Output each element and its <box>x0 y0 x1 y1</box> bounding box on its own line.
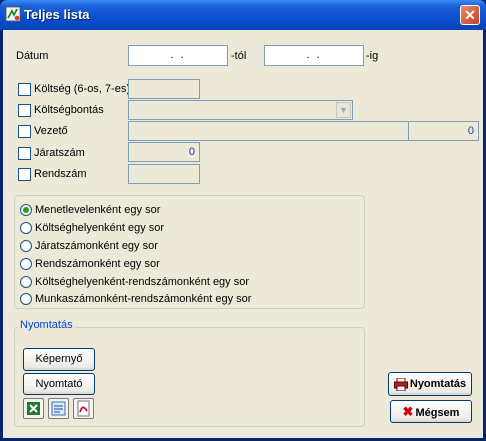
print-group-title: Nyomtatás <box>18 319 75 331</box>
print-button-label: Nyomtatás <box>409 378 467 390</box>
radio-koltseghely-rendszam[interactable] <box>20 276 32 288</box>
koltseg-field[interactable] <box>128 79 200 99</box>
screen-button[interactable]: Képernyő <box>23 348 95 371</box>
radio-label: Járatszámonként egy sor <box>35 240 158 252</box>
dialog-body: Dátum . . -tól . . -ig Költség (6-os, 7-… <box>3 30 483 438</box>
koltsegbontas-checkbox[interactable] <box>18 104 31 117</box>
print-button[interactable]: Nyomtatás <box>388 372 472 396</box>
grouping-group: Menetlevelenként egy sor Költséghelyenké… <box>14 195 365 309</box>
koltseg-label: Költség (6-os, 7-es) <box>34 83 130 95</box>
koltsegbontas-select[interactable]: ▼ <box>128 100 353 120</box>
koltseg-checkbox[interactable] <box>18 83 31 96</box>
pdf-icon <box>77 400 90 417</box>
radio-menetlevelenkent[interactable] <box>20 204 32 216</box>
window-title: Teljes lista <box>24 7 90 22</box>
title-bar[interactable]: Teljes lista ✕ <box>0 0 486 30</box>
dialog-window: Teljes lista ✕ Dátum . . -tól . . -ig Kö… <box>0 0 486 441</box>
radio-munkaszam-rendszam[interactable] <box>20 293 32 305</box>
radio-label: Költséghelyenként-rendszámonként egy sor <box>35 276 250 288</box>
jaratszam-label: Járatszám <box>34 147 85 159</box>
chevron-down-icon[interactable]: ▼ <box>336 102 351 118</box>
radio-jaratszamonkent[interactable] <box>20 240 32 252</box>
vezeto-count-field[interactable]: 0 <box>408 121 479 141</box>
vezeto-label: Vezető <box>34 125 68 137</box>
close-button[interactable]: ✕ <box>460 5 480 25</box>
close-icon: ✕ <box>464 7 476 23</box>
radio-koltseghelyenkent[interactable] <box>20 222 32 234</box>
date-label: Dátum <box>16 50 49 62</box>
radio-label: Munkaszámonként-rendszámonként egy sor <box>35 293 252 305</box>
date-to-field[interactable]: . . <box>264 45 364 66</box>
app-icon <box>5 6 21 22</box>
cancel-x-icon: ✖ <box>402 404 414 419</box>
excel-export-button[interactable] <box>23 398 44 419</box>
radio-rendszamonkent[interactable] <box>20 258 32 270</box>
cancel-button[interactable]: ✖ Mégsem <box>390 400 472 423</box>
radio-label: Költséghelyenként egy sor <box>35 222 165 234</box>
vezeto-field[interactable] <box>128 121 409 141</box>
rendszam-checkbox[interactable] <box>18 168 31 181</box>
rendszam-field[interactable] <box>128 164 200 184</box>
word-export-button[interactable] <box>48 398 69 419</box>
pdf-export-button[interactable] <box>73 398 94 419</box>
koltsegbontas-label: Költségbontás <box>34 104 104 116</box>
printer-icon <box>393 377 408 392</box>
date-to-suffix: -ig <box>366 50 379 62</box>
radio-label: Rendszámonként egy sor <box>35 258 160 270</box>
cancel-button-label: Mégsem <box>415 407 460 419</box>
vezeto-checkbox[interactable] <box>18 125 31 138</box>
printer-button[interactable]: Nyomtató <box>23 373 95 395</box>
excel-icon <box>27 402 40 415</box>
rendszam-label: Rendszám <box>34 168 87 180</box>
date-from-field[interactable]: . . <box>128 45 228 66</box>
jaratszam-field[interactable]: 0 <box>128 142 200 162</box>
jaratszam-checkbox[interactable] <box>18 147 31 160</box>
word-icon <box>51 401 66 416</box>
date-from-suffix: -tól <box>231 50 247 62</box>
radio-label: Menetlevelenként egy sor <box>35 204 161 216</box>
